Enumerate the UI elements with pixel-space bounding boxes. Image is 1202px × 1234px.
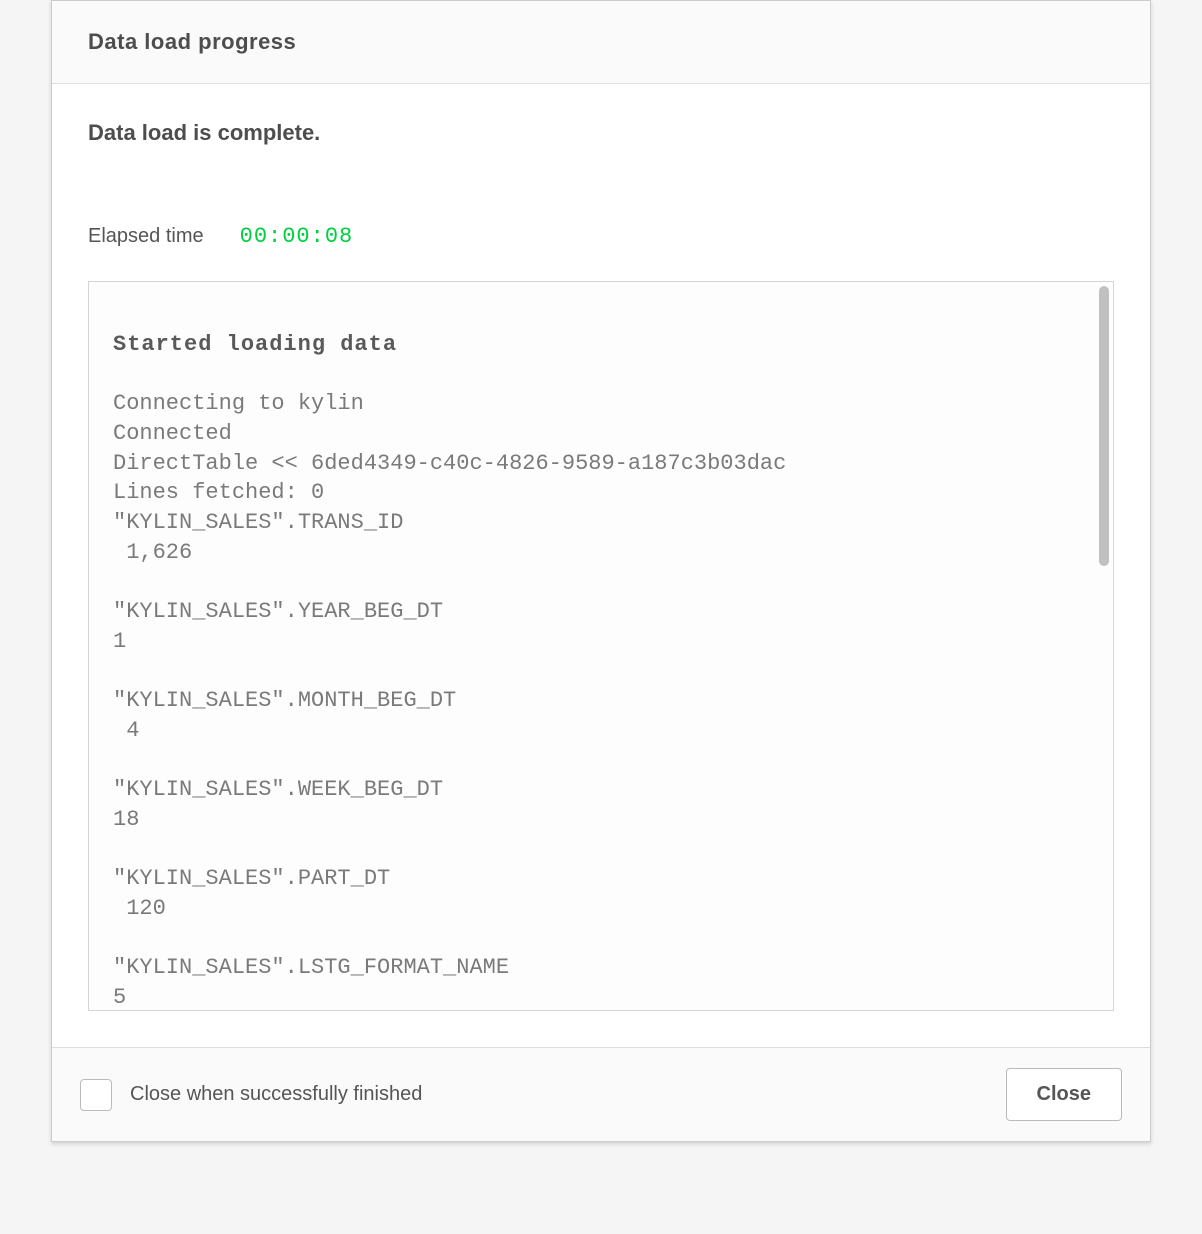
dialog-footer: Close when successfully finished Close [52,1047,1150,1141]
data-load-progress-dialog: Data load progress Data load is complete… [51,0,1151,1142]
elapsed-label: Elapsed time [88,225,204,248]
log-container: Started loading data Connecting to kylin… [88,281,1114,1011]
log-heading: Started loading data [113,332,397,357]
log-content[interactable]: Started loading data Connecting to kylin… [89,282,1113,1010]
log-lines: Connecting to kylin Connected DirectTabl… [113,391,786,1010]
dialog-body: Data load is complete. Elapsed time 00:0… [52,84,1150,1047]
elapsed-time: 00:00:08 [240,224,354,249]
status-text: Data load is complete. [88,120,1114,146]
close-on-finish-label: Close when successfully finished [130,1083,422,1106]
scrollbar[interactable] [1099,286,1109,566]
dialog-title: Data load progress [88,29,1114,55]
close-on-finish-checkbox[interactable] [80,1079,112,1111]
dialog-header: Data load progress [52,1,1150,84]
close-button[interactable]: Close [1006,1068,1122,1121]
elapsed-row: Elapsed time 00:00:08 [88,224,1114,249]
footer-left: Close when successfully finished [80,1079,422,1111]
